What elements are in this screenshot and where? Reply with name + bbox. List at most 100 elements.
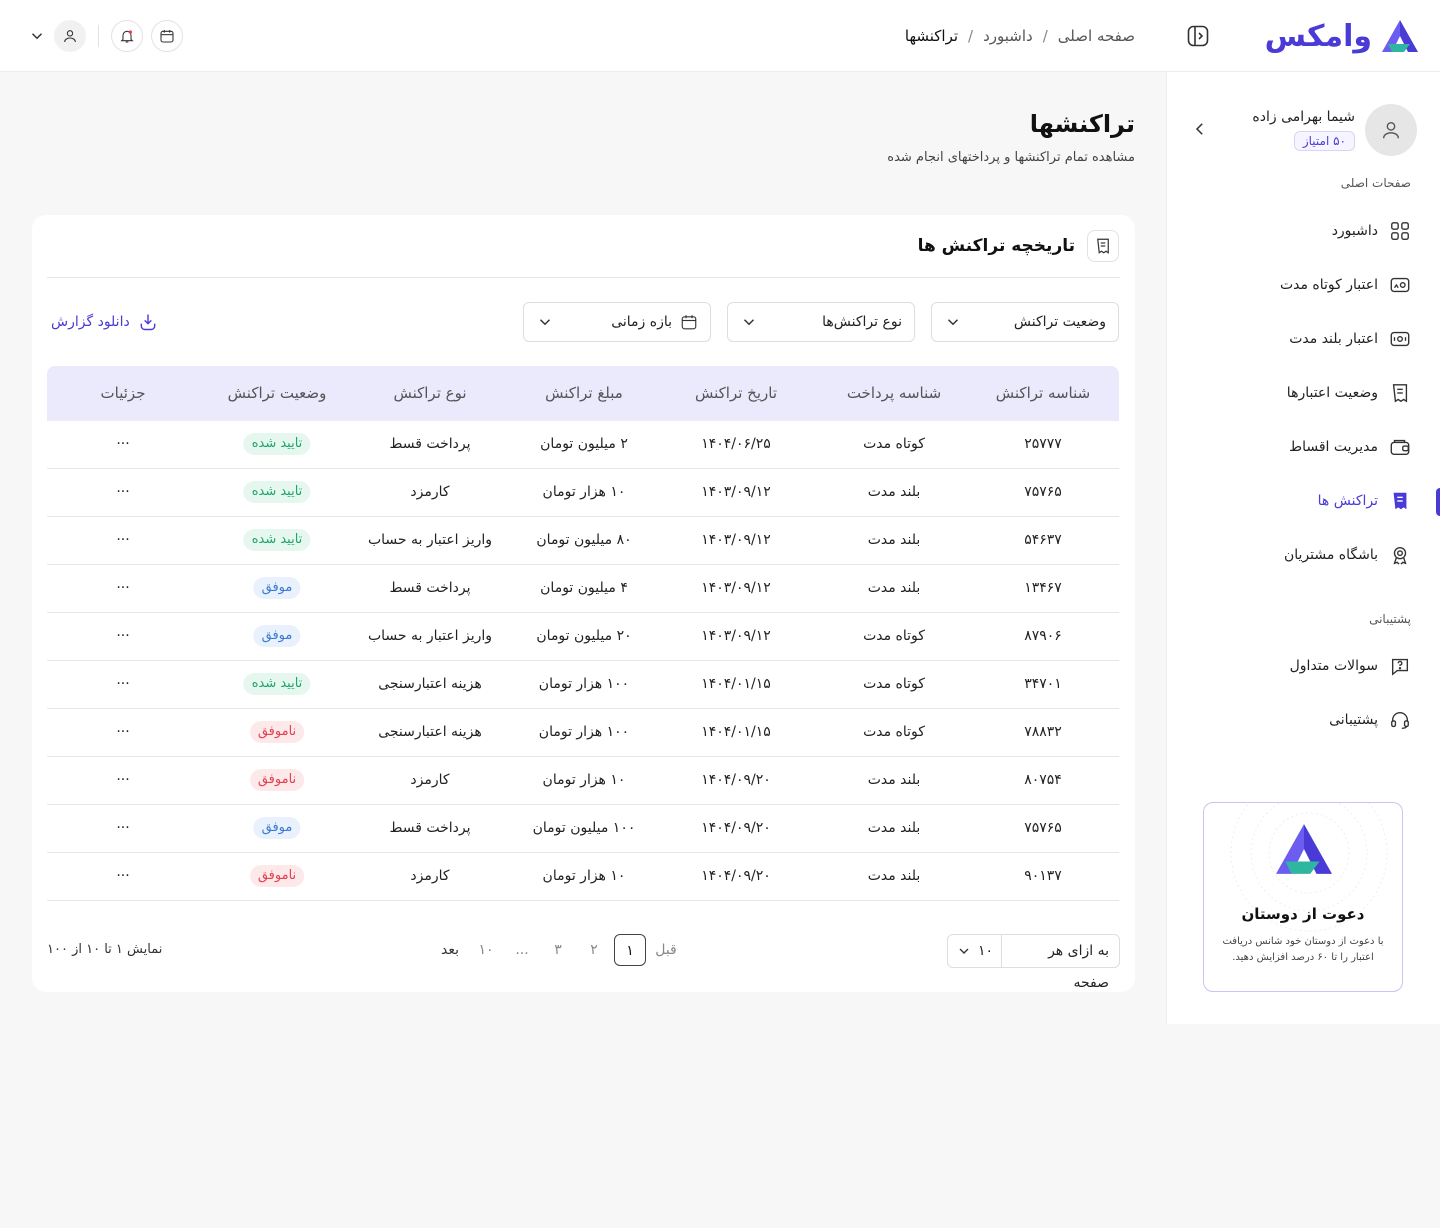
type-cell: واریز اعتبار به حساب <box>367 628 493 644</box>
next-page-button[interactable]: بعد <box>432 934 468 966</box>
breadcrumb-home[interactable]: صفحه اصلی <box>1058 27 1135 45</box>
chevron-down-icon[interactable] <box>28 27 46 45</box>
column-header[interactable]: شناسه پرداخت <box>847 366 941 421</box>
breadcrumb-current: تراکنشها <box>904 27 959 45</box>
date-cell: ۱۴۰۴/۰۱/۱۵ <box>701 724 771 740</box>
sidebar-item-label: اعتبار کوتاه مدت <box>1279 277 1378 293</box>
more-options-button[interactable]: ··· <box>116 565 129 613</box>
receipt-icon <box>1388 381 1412 405</box>
page-button-1[interactable]: ۱ <box>614 934 646 966</box>
sidebar-item-transactions[interactable]: تراکنش ها <box>1318 487 1412 515</box>
column-header[interactable]: مبلغ تراکنش <box>545 366 623 421</box>
more-options-button[interactable]: ··· <box>116 805 129 853</box>
table-row: ۳۴۷۰۱ کوتاه مدت ۱۴۰۴/۰۱/۱۵ ۱۰۰ هزار تومان هز… <box>47 661 1119 709</box>
amount-cell: ۱۰۰ میلیون تومان <box>532 820 636 836</box>
points-badge: ۵۰ امتیاز <box>1293 131 1355 151</box>
more-options-button[interactable]: ··· <box>116 517 129 565</box>
transactions-card: تاریخچه تراکنش ها وضعیت تراکنش نوع تراکن… <box>32 215 1135 992</box>
sidebar-item-club[interactable]: باشگاه مشتریان <box>1284 541 1412 569</box>
chevron-left-icon[interactable] <box>1191 120 1209 138</box>
wallet-icon <box>1388 435 1412 459</box>
download-report-button[interactable]: دانلود گزارش <box>51 312 158 332</box>
status-cell: تایید شده <box>243 517 311 565</box>
headset-icon <box>1388 708 1412 732</box>
status-cell: موفق <box>253 805 301 853</box>
per-page-select[interactable]: به ازای هر صفحه ۱۰ <box>947 934 1120 991</box>
column-header[interactable]: نوع تراکنش <box>393 366 466 421</box>
column-header[interactable]: تاریخ تراکنش <box>695 366 777 421</box>
column-header[interactable]: شناسه تراکنش <box>996 366 1090 421</box>
chevron-down-icon <box>539 319 551 326</box>
per-page-value: ۱۰ <box>978 943 994 959</box>
sidebar-item-dashboard[interactable]: داشبورد <box>1332 217 1412 245</box>
brand-logo[interactable]: وامکس <box>1260 14 1420 58</box>
pagination: قبل ۱ ۲ ۳ ... ۱۰ بعد <box>432 934 684 966</box>
sidebar-item-support[interactable]: پشتیبانی <box>1329 706 1412 734</box>
transaction-id-cell: ۷۵۷۶۵ <box>1024 820 1062 836</box>
table-header: شناسه تراکنش شناسه پرداخت تاریخ تراکنش م… <box>47 366 1119 421</box>
more-options-button[interactable]: ··· <box>116 709 129 757</box>
more-options-button[interactable]: ··· <box>116 421 129 469</box>
per-page-label: به ازای هر صفحه <box>1001 935 1119 991</box>
card-header: تاریخچه تراکنش ها <box>918 229 1119 263</box>
payment-id-cell: بلند مدت <box>867 532 921 548</box>
status-cell: تایید شده <box>243 661 311 709</box>
sidebar-item-long-credit[interactable]: اعتبار بلند مدت <box>1289 325 1412 353</box>
header-divider <box>98 25 99 47</box>
more-options-button[interactable]: ··· <box>116 853 129 901</box>
sidebar-item-installments[interactable]: مدیریت اقساط <box>1289 433 1412 461</box>
invite-friends-card[interactable]: دعوت از دوستان با دعوت از دوستان خود شان… <box>1203 802 1403 992</box>
page-button-10[interactable]: ۱۰ <box>468 934 504 966</box>
more-options-button[interactable]: ··· <box>116 661 129 709</box>
card-title: تاریخچه تراکنش ها <box>917 236 1075 256</box>
sidebar-toggle-icon[interactable] <box>1186 24 1210 48</box>
page-subtitle: مشاهده تمام تراکنشها و پرداختهای انجام ش… <box>887 150 1135 165</box>
sidebar-item-credit-status[interactable]: وضعیت اعتبارها <box>1287 379 1412 407</box>
date-range-filter[interactable]: بازه زمانی <box>523 302 711 342</box>
status-badge: موفق <box>253 577 301 599</box>
receipt-icon <box>1087 230 1119 262</box>
status-badge: تایید شده <box>243 433 311 455</box>
amount-cell: ۲ میلیون تومان <box>540 436 628 452</box>
breadcrumb-separator: / <box>1042 27 1048 45</box>
table-row: ۹۰۱۳۷ بلند مدت ۱۴۰۴/۰۹/۲۰ ۱۰ هزار تومان کارم… <box>47 853 1119 901</box>
more-options-button[interactable]: ··· <box>116 757 129 805</box>
pagination-info: نمایش ۱ تا ۱۰ از ۱۰۰ <box>47 942 163 957</box>
notifications-button[interactable] <box>111 20 143 52</box>
status-cell: تایید شده <box>243 469 311 517</box>
table-row: ۸۰۷۵۴ بلند مدت ۱۴۰۴/۰۹/۲۰ ۱۰ هزار تومان کارم… <box>47 757 1119 805</box>
top-header: وامکس صفحه اصلی / داشبورد / تراکنشها <box>0 0 1440 72</box>
status-cell: ناموفق <box>249 709 305 757</box>
bell-icon <box>120 30 134 43</box>
payment-id-cell: کوتاه مدت <box>863 436 925 452</box>
user-menu-button[interactable] <box>54 20 86 52</box>
table-row: ۷۸۸۳۲ کوتاه مدت ۱۴۰۴/۰۱/۱۵ ۱۰۰ هزار تومان هز… <box>47 709 1119 757</box>
date-cell: ۱۴۰۳/۰۹/۱۲ <box>701 484 771 500</box>
filter-label: وضعیت تراکنش <box>1013 314 1106 330</box>
type-cell: واریز اعتبار به حساب <box>367 532 493 548</box>
status-cell: ناموفق <box>249 853 305 901</box>
column-header[interactable]: جزئیات <box>101 366 146 421</box>
column-header[interactable]: وضعیت تراکنش <box>228 366 327 421</box>
payment-id-cell: کوتاه مدت <box>863 724 925 740</box>
breadcrumb-dashboard[interactable]: داشبورد <box>983 27 1033 45</box>
type-filter[interactable]: نوع تراکنش‌ها <box>727 302 915 342</box>
status-badge: ناموفق <box>249 721 305 743</box>
filter-label: نوع تراکنش‌ها <box>822 314 902 330</box>
avatar <box>1365 104 1417 156</box>
more-options-button[interactable]: ··· <box>116 613 129 661</box>
prev-page-button[interactable]: قبل <box>648 934 684 966</box>
calendar-button[interactable] <box>151 20 183 52</box>
status-filter[interactable]: وضعیت تراکنش <box>931 302 1119 342</box>
sidebar-item-label: اعتبار بلند مدت <box>1289 331 1378 347</box>
chevron-down-icon <box>947 319 959 326</box>
payment-id-cell: بلند مدت <box>867 484 921 500</box>
user-profile[interactable]: شیما بهرامی زاده ۵۰ امتیاز <box>1252 104 1417 156</box>
payment-id-cell: بلند مدت <box>867 868 921 884</box>
more-options-button[interactable]: ··· <box>116 469 129 517</box>
sidebar-item-faq[interactable]: سوالات متداول <box>1290 652 1412 680</box>
sidebar-item-short-credit[interactable]: اعتبار کوتاه مدت <box>1280 271 1412 299</box>
page-button-3[interactable]: ۳ <box>540 934 576 966</box>
page-button-2[interactable]: ۲ <box>576 934 612 966</box>
status-badge: تایید شده <box>243 529 311 551</box>
